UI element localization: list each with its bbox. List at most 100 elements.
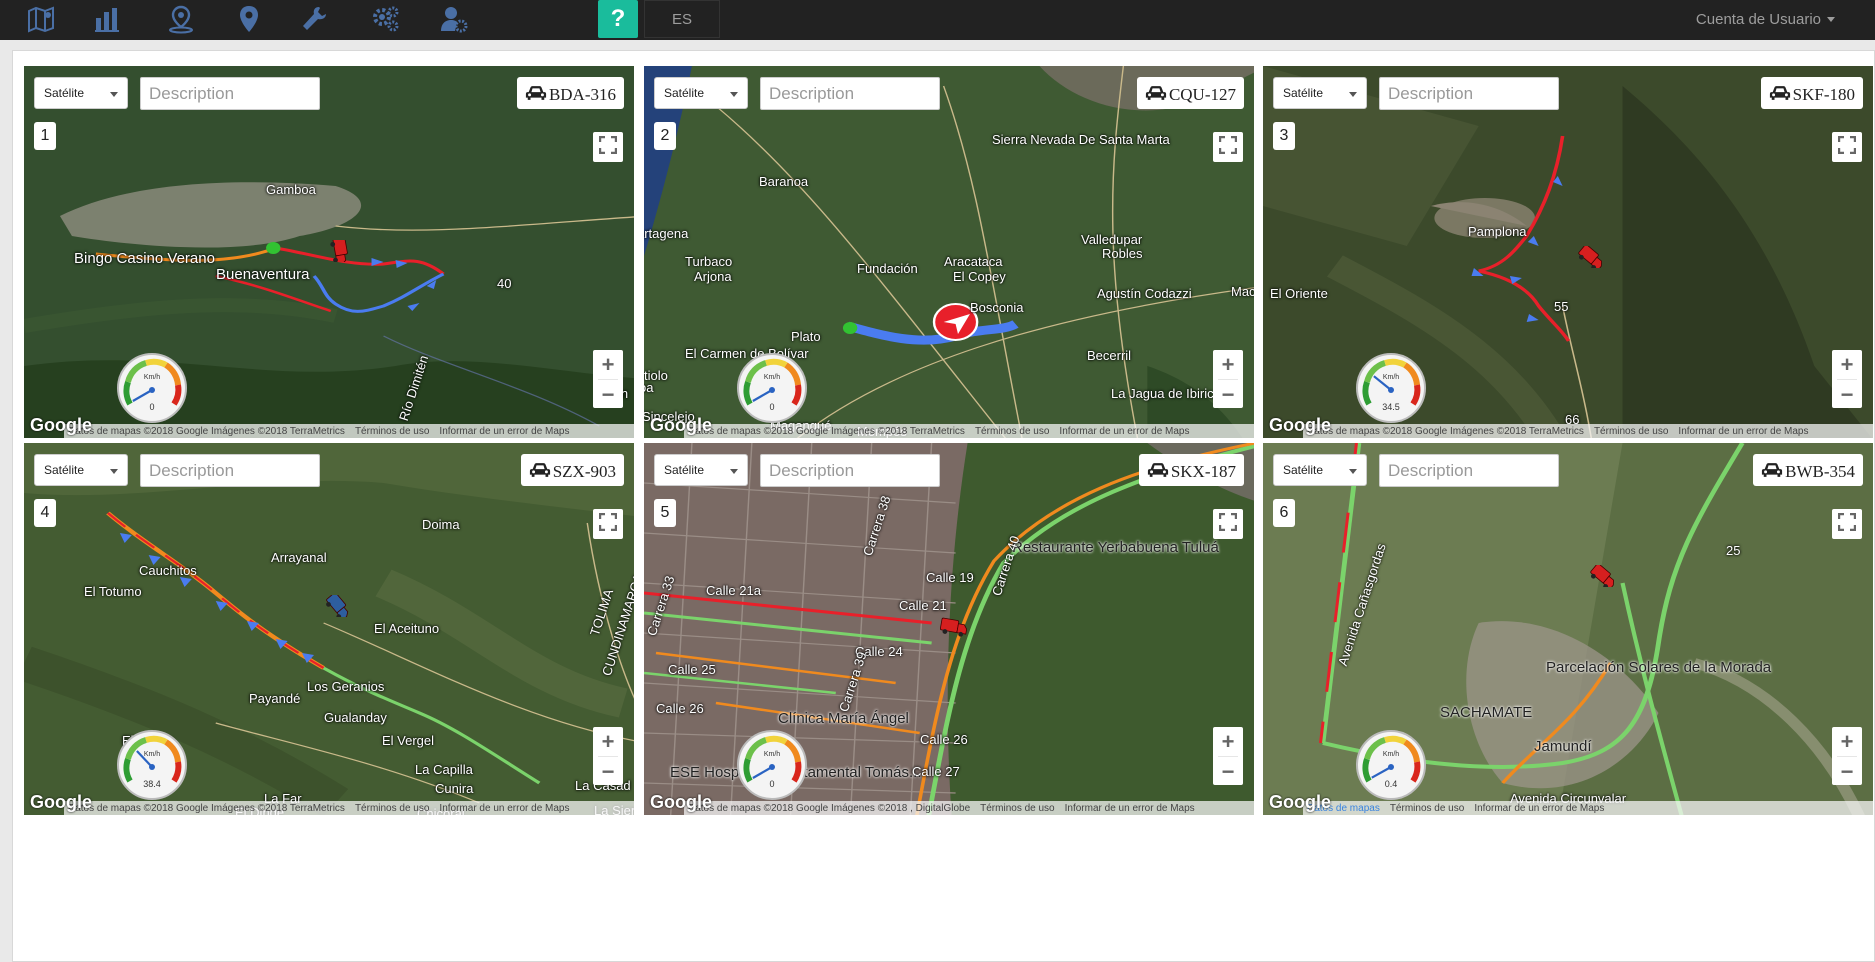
map-type-select[interactable]: Satélite	[654, 77, 748, 109]
zoom-control: + −	[1832, 727, 1862, 785]
vehicle-plate-badge[interactable]: SKF-180	[1760, 77, 1863, 109]
fullscreen-button[interactable]	[1832, 132, 1862, 162]
chevron-down-icon	[1349, 469, 1357, 474]
description-input[interactable]: Description	[140, 77, 320, 110]
car-icon	[525, 84, 547, 107]
map-type-label: Satélite	[44, 463, 85, 477]
fullscreen-button[interactable]	[1832, 509, 1862, 539]
zoom-out-button[interactable]: −	[1832, 757, 1862, 786]
user-account-menu[interactable]: Cuenta de Usuario	[1696, 0, 1835, 38]
map-type-select[interactable]: Satélite	[1273, 77, 1367, 109]
attribution-text[interactable]: Datos de mapas ©2018 Google Imágenes ©20…	[1307, 426, 1584, 437]
fullscreen-button[interactable]	[1213, 132, 1243, 162]
description-input[interactable]: Description	[140, 454, 320, 487]
zoom-in-button[interactable]: +	[1832, 350, 1862, 379]
report-error-link[interactable]: Informar de un error de Maps	[1678, 426, 1808, 437]
google-logo[interactable]: Google	[30, 792, 92, 813]
google-logo[interactable]: Google	[1269, 415, 1331, 436]
vehicle-marker-icon[interactable]	[326, 240, 356, 262]
vehicle-marker-icon[interactable]	[324, 595, 354, 617]
report-error-link[interactable]: Informar de un error de Maps	[1059, 426, 1189, 437]
wrench-icon[interactable]	[290, 0, 338, 38]
chevron-down-icon	[110, 92, 118, 97]
user-settings-icon[interactable]	[430, 0, 478, 38]
language-button[interactable]: ES	[644, 0, 720, 38]
vehicle-marker-icon[interactable]	[939, 615, 969, 637]
zoom-out-button[interactable]: −	[1832, 380, 1862, 409]
vehicle-map-5[interactable]: Restaurante Yerbabuena Tuluá Calle 19 Call…	[644, 443, 1254, 815]
google-logo[interactable]: Google	[650, 792, 712, 813]
terms-link[interactable]: Términos de uso	[355, 426, 429, 437]
report-error-link[interactable]: Informar de un error de Maps	[439, 803, 569, 814]
chevron-down-icon	[1349, 92, 1357, 97]
zoom-in-button[interactable]: +	[1213, 350, 1243, 379]
description-input[interactable]: Description	[1379, 77, 1559, 110]
zoom-out-button[interactable]: −	[1213, 757, 1243, 786]
map-type-select[interactable]: Satélite	[1273, 454, 1367, 486]
google-logo[interactable]: Google	[650, 415, 712, 436]
zoom-in-button[interactable]: +	[593, 727, 623, 756]
plate-number: BWB-354	[1785, 462, 1855, 481]
attribution-text[interactable]: Datos de mapas ©2018 Google Imágenes ©20…	[68, 426, 345, 437]
map-type-select[interactable]: Satélite	[34, 77, 128, 109]
report-error-link[interactable]: Informar de un error de Maps	[1065, 803, 1195, 814]
vehicle-plate-badge[interactable]: BWB-354	[1753, 454, 1863, 486]
zoom-in-button[interactable]: +	[1832, 727, 1862, 756]
vehicle-map-2[interactable]: Baranoa Sierra Nevada De Santa Marta artag…	[644, 66, 1254, 438]
vehicle-map-6[interactable]: Avenida Cañasgordas Parcelación Solares d…	[1263, 443, 1873, 815]
fullscreen-icon	[598, 512, 618, 536]
description-input[interactable]: Description	[760, 77, 940, 110]
description-input[interactable]: Description	[1379, 454, 1559, 487]
map-index-badge: 4	[34, 499, 56, 527]
terms-link[interactable]: Términos de uso	[975, 426, 1049, 437]
reports-icon[interactable]	[83, 0, 131, 38]
vehicle-map-4[interactable]: Doima Arrayanal Cauchitos El Totumo El Aceit…	[24, 443, 634, 815]
vehicle-plate-badge[interactable]: SKX-187	[1138, 454, 1244, 486]
fullscreen-button[interactable]	[593, 132, 623, 162]
terms-link[interactable]: Términos de uso	[355, 803, 429, 814]
report-error-link[interactable]: Informar de un error de Maps	[1474, 803, 1604, 814]
vehicle-map-1[interactable]: GamboaBingo Casino VeranoBuenaventuraGua…	[24, 66, 634, 438]
zoom-out-button[interactable]: −	[593, 757, 623, 786]
zoom-out-button[interactable]: −	[1213, 380, 1243, 409]
terms-link[interactable]: Términos de uso	[980, 803, 1054, 814]
terms-link[interactable]: Términos de uso	[1390, 803, 1464, 814]
map-place-label: Fundación	[857, 261, 918, 276]
route-icon[interactable]	[157, 0, 205, 38]
vehicle-plate-badge[interactable]: CQU-127	[1136, 77, 1244, 109]
chevron-down-icon	[110, 469, 118, 474]
map-place-label: Arrayanal	[271, 550, 327, 565]
map-place-label: Gualanday	[324, 710, 387, 725]
map-place-label: Calle 19	[926, 570, 974, 585]
plate-number: BDA-316	[548, 85, 616, 104]
zoom-in-button[interactable]: +	[593, 350, 623, 379]
description-input[interactable]: Description	[760, 454, 940, 487]
map-place-label: Calle 25	[668, 662, 716, 677]
map-index-badge: 3	[1273, 122, 1295, 150]
chevron-down-icon	[730, 92, 738, 97]
report-error-link[interactable]: Informar de un error de Maps	[439, 426, 569, 437]
fullscreen-button[interactable]	[1213, 509, 1243, 539]
account-label: Cuenta de Usuario	[1695, 10, 1821, 28]
fullscreen-icon	[598, 135, 618, 159]
zoom-out-button[interactable]: −	[593, 380, 623, 409]
fullscreen-button[interactable]	[593, 509, 623, 539]
location-pin-icon[interactable]	[225, 0, 273, 38]
terms-link[interactable]: Términos de uso	[1594, 426, 1668, 437]
attribution-text[interactable]: Datos de mapas ©2018 Google Imágenes ©20…	[688, 803, 970, 814]
vehicle-marker-icon[interactable]	[1577, 246, 1607, 268]
help-button[interactable]: ?	[598, 0, 638, 38]
map-type-select[interactable]: Satélite	[654, 454, 748, 486]
google-logo[interactable]: Google	[30, 415, 92, 436]
vehicle-plate-badge[interactable]: BDA-316	[516, 77, 624, 109]
attribution-text[interactable]: Datos de mapas ©2018 Google Imágenes ©20…	[68, 803, 345, 814]
attribution-text[interactable]: Datos de mapas ©2018 Google Imágenes ©20…	[688, 426, 965, 437]
map-icon[interactable]	[17, 0, 65, 38]
gears-icon[interactable]	[362, 0, 410, 38]
vehicle-plate-badge[interactable]: SZX-903	[520, 454, 624, 486]
vehicle-map-3[interactable]: Pamplona El Oriente 55 66 Satélite Descript…	[1263, 66, 1873, 438]
google-logo[interactable]: Google	[1269, 792, 1331, 813]
map-type-select[interactable]: Satélite	[34, 454, 128, 486]
zoom-in-button[interactable]: +	[1213, 727, 1243, 756]
vehicle-marker-icon[interactable]	[1589, 565, 1619, 587]
